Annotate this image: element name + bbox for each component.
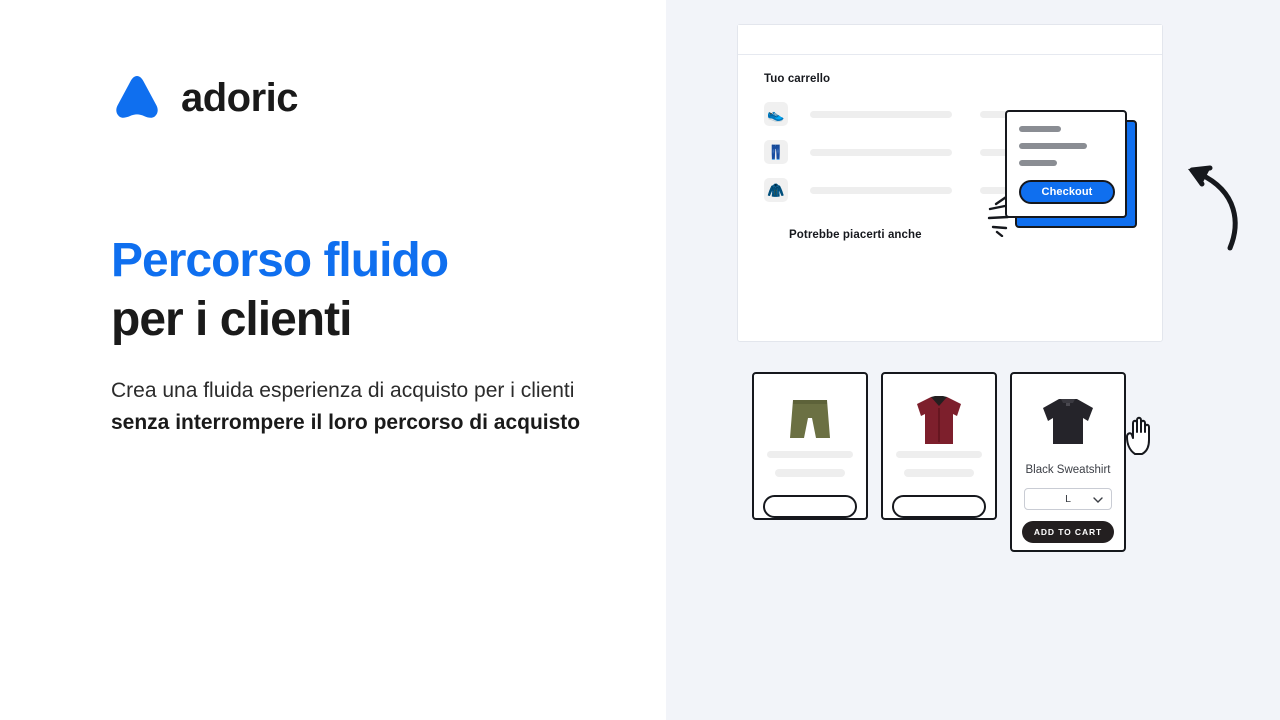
reco-subtitle-placeholder [775, 469, 845, 478]
popup-line-placeholder [1019, 126, 1061, 132]
checkout-button[interactable]: Checkout [1019, 180, 1115, 204]
recommendations-section-label: Potrebbe piacerti anche [789, 229, 922, 241]
recommendation-card-featured[interactable]: Black Sweatshirt L ADD TO CART [1010, 372, 1126, 552]
cart-item-title-placeholder [810, 148, 952, 156]
recommendation-cards: Black Sweatshirt L ADD TO CART [752, 372, 1126, 552]
illustration-panel: Tuo carrello 👟 👖 🧥 Checkout Potrebbe pia… [666, 0, 1280, 720]
left-content-panel: adoric Percorso fluido per i clienti Cre… [0, 0, 666, 720]
reco-action-button[interactable] [892, 495, 986, 519]
product-name: Black Sweatshirt [1025, 464, 1111, 476]
reco-subtitle-placeholder [904, 469, 974, 478]
page-title: Percorso fluido per i clienti [111, 232, 449, 349]
cart-section-label: Tuo carrello [764, 73, 831, 85]
add-to-cart-button[interactable]: ADD TO CART [1022, 521, 1114, 543]
checkout-popup: Checkout [1005, 110, 1145, 228]
running-shoe-icon: 👟 [764, 102, 788, 126]
hero-subcopy: Crea una fluida esperienza di acquisto p… [111, 375, 591, 439]
subcopy-normal: Crea una fluida esperienza di acquisto p… [111, 379, 575, 402]
coat-icon: 🧥 [764, 178, 788, 202]
slide-stage: adoric Percorso fluido per i clienti Cre… [0, 0, 1280, 720]
curved-arrow-left-icon [1188, 165, 1238, 251]
pointing-hand-cursor-icon [1126, 416, 1150, 455]
recommendation-card[interactable] [881, 372, 997, 520]
popup-line-placeholder [1019, 143, 1087, 149]
size-select[interactable]: L [1024, 488, 1112, 510]
cart-item-title-placeholder [810, 110, 952, 118]
chevron-down-icon [1093, 497, 1103, 503]
brand-logo[interactable]: adoric [111, 72, 299, 124]
maroon-shirt-icon [913, 390, 965, 449]
cart-item-title-placeholder [810, 186, 952, 194]
trousers-icon: 👖 [764, 140, 788, 164]
black-sweatshirt-icon [1037, 390, 1099, 452]
reco-title-placeholder [767, 450, 853, 459]
reco-title-placeholder [896, 450, 982, 459]
size-select-value: L [1065, 493, 1071, 505]
recommendation-card[interactable] [752, 372, 868, 520]
adoric-triangle-logo-icon [116, 76, 158, 118]
brand-name: adoric [181, 76, 299, 120]
popup-card: Checkout [1005, 110, 1127, 218]
browser-viewport: Tuo carrello 👟 👖 🧥 Checkout [738, 55, 1162, 342]
olive-shorts-icon [783, 390, 837, 449]
headline-line-1: Percorso fluido [111, 234, 449, 287]
reco-action-button[interactable] [763, 495, 857, 519]
popup-line-placeholder [1019, 160, 1057, 166]
headline-line-2: per i clienti [111, 292, 352, 346]
subcopy-bold: senza interrompere il loro percorso di a… [111, 411, 581, 435]
browser-window: Tuo carrello 👟 👖 🧥 Checkout [737, 24, 1163, 342]
browser-chrome-bar [738, 25, 1162, 55]
